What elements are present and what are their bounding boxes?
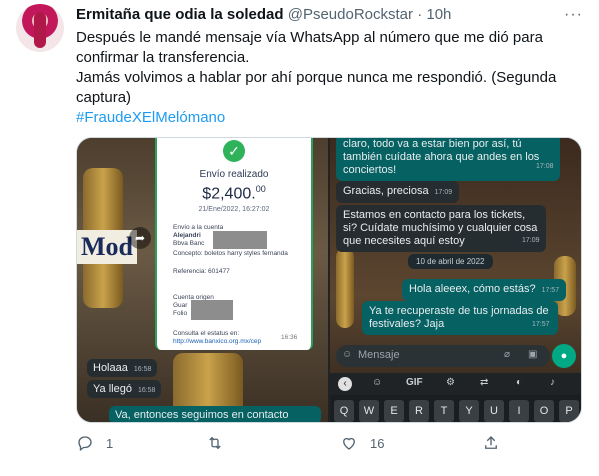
palette-icon[interactable]: ◐ (516, 377, 522, 388)
media-image-left[interactable]: Mod ✓ Envío realizado $2,400.00 21/Ene/2… (77, 138, 328, 422)
mic-icon[interactable]: ● (552, 344, 576, 368)
chat-bubble: Ya te recuperaste de tus jornadas de fes… (362, 301, 558, 335)
chat-bubble: claro, todo va a estar bien por así, tú … (336, 138, 560, 181)
message-time: 17:09 (522, 237, 540, 244)
reply-icon (78, 436, 92, 452)
key[interactable]: R (409, 400, 429, 422)
receipt-reference: Referencia: 601477 (173, 268, 230, 275)
receipt-bank: Bbva Banc (173, 240, 205, 247)
receipt-concept: Concepto: boletos harry styles fernanda (173, 250, 288, 257)
chat-bubble: Ya llegó 16:58 (87, 380, 162, 398)
message-input-placeholder: Mensaje (358, 349, 400, 361)
chat-bubble: Va, entonces seguimos en contacto (109, 406, 321, 422)
tweet-text-line: Después le mandé mensaje vía WhatsApp al… (76, 29, 543, 66)
key[interactable]: P (559, 400, 579, 422)
gif-button[interactable]: GIF (406, 377, 423, 388)
hashtag-link[interactable]: #FraudeXElMelómano (76, 109, 225, 126)
share-icon (485, 436, 497, 449)
keyboard: Q W E R T Y U I O P (330, 395, 581, 422)
key[interactable]: W (359, 400, 379, 422)
message-time: 17:08 (536, 163, 554, 170)
like-button[interactable]: 16 (340, 434, 384, 452)
chat-bubble: Estamos en contacto para los tickets, si… (336, 205, 546, 252)
key[interactable]: Y (459, 400, 479, 422)
author-name[interactable]: Ermitaña que odia la soledad (76, 6, 284, 23)
date-separator: 10 de abril de 2022 (408, 254, 493, 269)
keyboard-toolbar: ‹ ☺ GIF ⚙ ⇄ ◐ ♪ (330, 373, 581, 395)
receipt-folio: Folio (173, 310, 188, 317)
redaction-box (213, 231, 267, 249)
tweet: Ermitaña que odia la soledad @PseudoRock… (0, 0, 599, 476)
message-input[interactable]: ☺ Mensaje ⌀ ▣ (336, 345, 550, 367)
more-options-icon[interactable]: ··· (564, 6, 583, 24)
heart-icon (343, 437, 355, 450)
reply-count: 1 (106, 435, 114, 451)
tweet-header: Ermitaña que odia la soledad @PseudoRock… (76, 6, 451, 23)
tweet-time[interactable]: 10h (426, 6, 451, 23)
camera-icon[interactable]: ▣ (528, 349, 537, 360)
key[interactable]: Q (334, 400, 354, 422)
beer-label: Mod (77, 230, 137, 264)
key[interactable]: I (509, 400, 529, 422)
share-arrow-icon[interactable]: ➦ (129, 227, 151, 249)
check-icon: ✓ (223, 140, 245, 162)
translate-icon[interactable]: ⇄ (480, 377, 488, 388)
message-time: 17:57 (532, 321, 550, 328)
emoji-icon[interactable]: ☺ (342, 349, 352, 360)
beer-bottle-image (336, 248, 354, 328)
sticker-icon[interactable]: ☺ (372, 377, 382, 388)
retweet-button[interactable] (206, 434, 236, 452)
receipt-date: 21/Ene/2022, 16:27:02 (198, 206, 270, 213)
chat-bubble: Gracias, preciosa 17:09 (336, 181, 460, 203)
reply-button[interactable]: 1 (76, 434, 113, 452)
receipt-label: Envío a la cuenta (173, 224, 224, 231)
attach-icon[interactable]: ⌀ (504, 349, 510, 360)
key[interactable]: T (434, 400, 454, 422)
chat-bubble: Holaaa 16:58 (87, 359, 158, 377)
share-button[interactable] (482, 434, 500, 452)
separator: · (417, 6, 423, 23)
transfer-receipt: ✓ Envío realizado $2,400.00 21/Ene/2022,… (155, 138, 313, 350)
receipt-link: http://www.banxico.org.mx/cep (173, 338, 262, 345)
receipt-time: 16:36 (281, 334, 298, 341)
receipt-recipient: Alejandri (173, 232, 201, 239)
key[interactable]: O (534, 400, 554, 422)
mic-keyboard-icon[interactable]: ♪ (550, 377, 555, 388)
tweet-text: Después le mandé mensaje vía WhatsApp al… (76, 28, 576, 128)
tweet-actions: 1 16 (76, 432, 576, 460)
redaction-box (191, 300, 233, 320)
receipt-title: Envío realizado (199, 169, 269, 180)
chat-bubble: Hola aleeex, cómo estás? 17:57 (402, 279, 567, 301)
like-count: 16 (370, 435, 385, 451)
tweet-media[interactable]: Mod ✓ Envío realizado $2,400.00 21/Ene/2… (76, 137, 582, 423)
avatar[interactable] (16, 4, 64, 52)
gear-icon[interactable]: ⚙ (446, 377, 455, 388)
receipt-label: Consulta el estatus en: (173, 330, 240, 337)
author-handle[interactable]: @PseudoRockstar (288, 6, 413, 23)
media-image-right[interactable]: claro, todo va a estar bien por así, tú … (330, 138, 581, 422)
key[interactable]: E (384, 400, 404, 422)
tweet-text-line: Jamás volvimos a hablar por ahí porque n… (76, 69, 557, 106)
key[interactable]: U (484, 400, 504, 422)
receipt-origin: Guar (173, 302, 188, 309)
receipt-amount: $2,400.00 (202, 184, 266, 203)
chevron-left-icon[interactable]: ‹ (338, 377, 352, 391)
retweet-icon (209, 436, 221, 450)
